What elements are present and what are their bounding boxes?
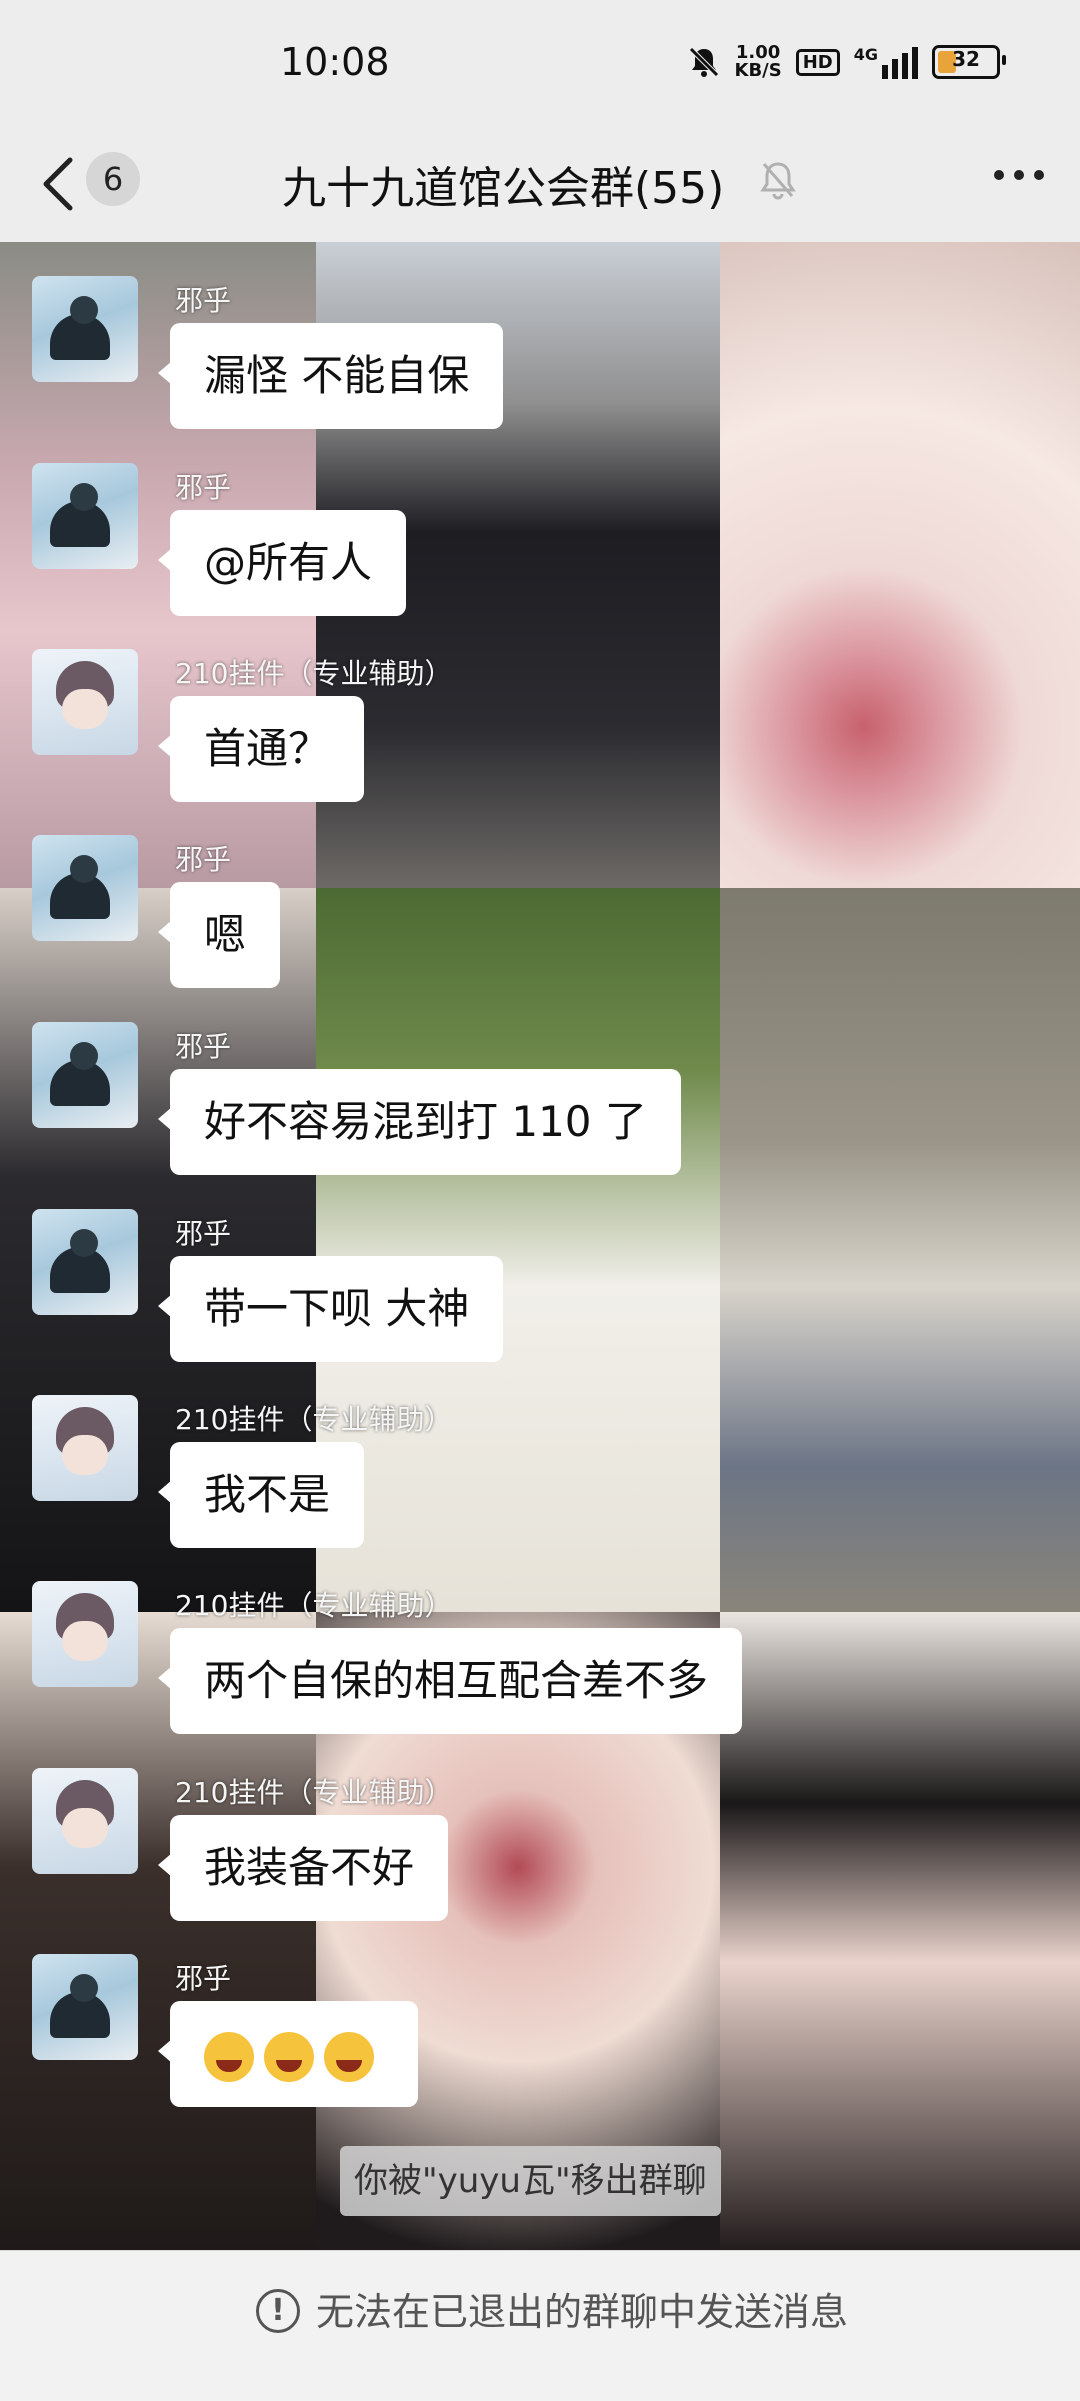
- avatar[interactable]: [32, 276, 138, 382]
- chevron-left-icon: [43, 157, 73, 211]
- sender-name: 邪乎: [175, 1217, 232, 1250]
- avatar[interactable]: [32, 1768, 138, 1874]
- avatar[interactable]: [32, 1395, 138, 1501]
- background-photo: [720, 1612, 1080, 2250]
- message-bubble[interactable]: 首通？: [157, 696, 365, 802]
- sender-name: 邪乎: [175, 1030, 232, 1063]
- input-disabled-bar: ! 无法在已退出的群聊中发送消息: [0, 2250, 1080, 2401]
- chat-header: 6 九十九道馆公会群(55): [0, 130, 1080, 242]
- system-notice: 你被"yuyu瓦"移出群聊: [340, 2146, 721, 2216]
- sender-name: 210挂件（专业辅助）: [175, 1403, 453, 1436]
- network-speed: 1.00 KB/S: [735, 44, 782, 80]
- message-bubble[interactable]: 我装备不好: [157, 1815, 449, 1921]
- exclamation-circle-icon: !: [256, 2289, 300, 2333]
- message-bubble[interactable]: 漏怪 不能自保: [157, 323, 504, 429]
- status-time: 10:08: [280, 40, 390, 84]
- crying-emoji-icon: [264, 2031, 314, 2082]
- bell-off-icon: [760, 162, 796, 200]
- message-bubble[interactable]: 带一下呗 大神: [157, 1256, 504, 1362]
- sender-name: 210挂件（专业辅助）: [175, 1589, 453, 1622]
- avatar[interactable]: [32, 649, 138, 755]
- battery-level: 32: [952, 47, 980, 71]
- back-button[interactable]: [40, 154, 76, 227]
- message-bubble[interactable]: 我不是: [157, 1442, 365, 1548]
- disabled-input-notice: 无法在已退出的群聊中发送消息: [316, 2290, 849, 2334]
- background-photo: [720, 242, 1080, 888]
- battery-icon: 32: [932, 45, 1006, 79]
- sender-name: 邪乎: [175, 284, 232, 317]
- status-icons: 1.00 KB/S HD 4G 32: [687, 44, 1006, 80]
- avatar[interactable]: [32, 1209, 138, 1315]
- ellipsis-icon: [994, 170, 1004, 180]
- avatar[interactable]: [32, 1022, 138, 1128]
- cellular-signal-icon: 4G: [854, 45, 918, 79]
- network-speed-unit: KB/S: [734, 60, 782, 81]
- sender-name: 210挂件（专业辅助）: [175, 1776, 453, 1809]
- chat-background: [0, 242, 1080, 2250]
- do-not-disturb-icon: [688, 47, 719, 77]
- chat-title: 九十九道馆公会群(55): [282, 163, 725, 214]
- background-photo: [316, 888, 720, 1612]
- message-bubble[interactable]: [158, 2001, 418, 2107]
- hd-voice-icon: HD: [795, 48, 840, 76]
- crying-emoji-icon: [204, 2031, 254, 2082]
- message-bubble[interactable]: 两个自保的相互配合差不多: [157, 1628, 743, 1734]
- avatar[interactable]: [32, 1581, 138, 1687]
- more-options-button[interactable]: [994, 170, 1044, 180]
- network-type: 4G: [853, 45, 878, 64]
- sender-name: 210挂件（专业辅助）: [175, 657, 453, 690]
- avatar[interactable]: [32, 1954, 138, 2060]
- status-bar: 10:08 1.00 KB/S HD 4G 32: [0, 0, 1080, 130]
- background-photo: [720, 888, 1080, 1612]
- message-bubble[interactable]: 嗯: [157, 882, 281, 988]
- avatar[interactable]: [32, 463, 138, 569]
- message-bubble[interactable]: @所有人: [157, 510, 407, 616]
- sender-name: 邪乎: [175, 843, 232, 876]
- sender-name: 邪乎: [175, 471, 232, 504]
- avatar[interactable]: [32, 835, 138, 941]
- crying-emoji-icon: [324, 2031, 374, 2082]
- message-bubble[interactable]: 好不容易混到打 110 了: [158, 1069, 681, 1175]
- sender-name: 邪乎: [175, 1962, 232, 1995]
- unread-count-badge[interactable]: 6: [86, 152, 140, 206]
